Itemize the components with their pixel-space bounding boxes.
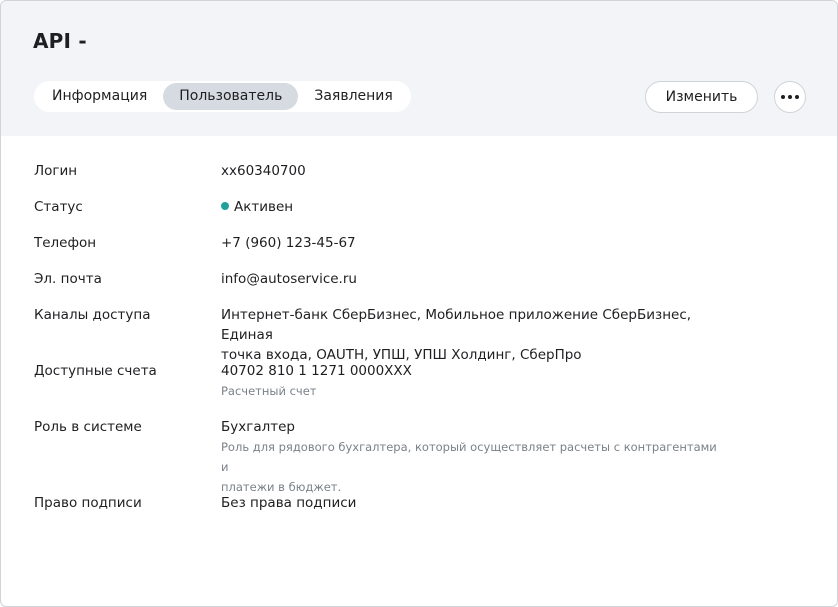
phone-value: +7 (960) 123-45-67 (221, 235, 356, 251)
more-button[interactable] (774, 81, 806, 113)
edit-button[interactable]: Изменить (645, 81, 758, 113)
signature-label: Право подписи (34, 495, 142, 511)
login-value: xx60340700 (221, 163, 306, 179)
login-label: Логин (34, 163, 78, 179)
accounts-label: Доступные счета (34, 363, 157, 379)
account-number: 40702 810 1 1271 0000XXX (221, 363, 412, 379)
phone-label: Телефон (34, 235, 97, 251)
status-text: Активен (234, 199, 294, 215)
role-value: Бухгалтер Роль для рядового бухгалтера, … (221, 417, 721, 497)
signature-value: Без права подписи (221, 495, 357, 511)
role-label: Роль в системе (34, 419, 142, 435)
channels-label: Каналы доступа (34, 307, 151, 323)
tab-user[interactable]: Пользователь (163, 83, 299, 110)
tab-applications[interactable]: Заявления (298, 83, 408, 110)
status-label: Статус (34, 199, 83, 215)
role-description-line-1: Роль для рядового бухгалтера, который ос… (221, 440, 717, 474)
email-label: Эл. почта (34, 271, 102, 287)
card-header: API - Информация Пользователь Заявления … (1, 1, 837, 136)
page-title: API - (33, 29, 87, 53)
tab-info[interactable]: Информация (36, 83, 163, 110)
more-horizontal-icon (781, 95, 799, 99)
channels-value: Интернет-банк СберБизнес, Мобильное прил… (221, 305, 721, 365)
channels-line-1: Интернет-банк СберБизнес, Мобильное прил… (221, 307, 692, 343)
status-dot-icon (221, 202, 229, 210)
accounts-value: 40702 810 1 1271 0000XXX Расчетный счет (221, 361, 721, 401)
status-value: Активен (221, 197, 721, 217)
tab-bar: Информация Пользователь Заявления (34, 81, 411, 112)
account-type: Расчетный счет (221, 384, 317, 398)
email-value: info@autoservice.ru (221, 271, 357, 287)
role-name: Бухгалтер (221, 419, 295, 435)
user-card: API - Информация Пользователь Заявления … (0, 0, 838, 607)
